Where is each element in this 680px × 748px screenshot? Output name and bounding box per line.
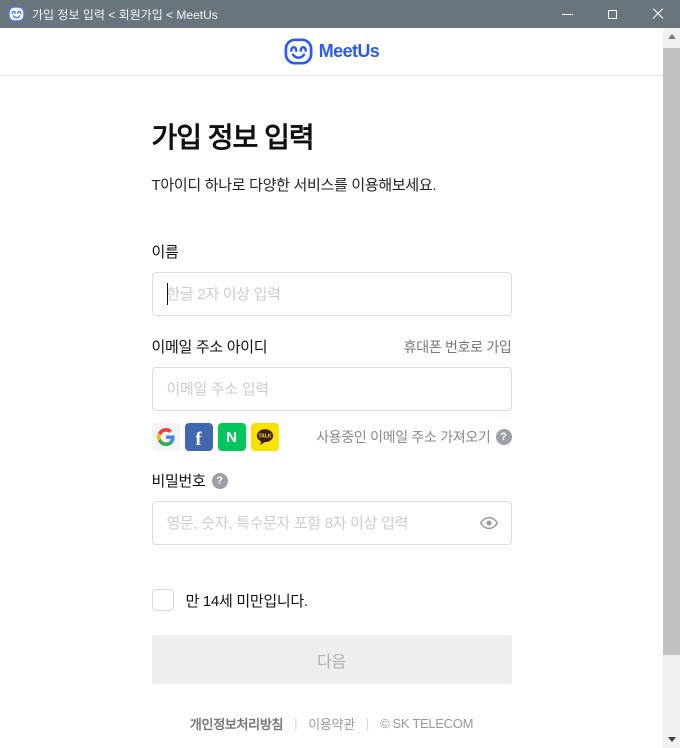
next-button[interactable]: 다음 xyxy=(151,635,512,684)
password-help-icon[interactable]: ? xyxy=(211,472,228,489)
naver-icon[interactable]: N xyxy=(217,423,246,451)
footer-separator: | xyxy=(365,716,369,731)
email-label: 이메일 주소 아이디 xyxy=(151,339,268,356)
app-window: 가입 정보 입력 < 회원가입 < MeetUs MeetUs 가입 정보 입력… xyxy=(0,0,680,748)
window-titlebar: 가입 정보 입력 < 회원가입 < MeetUs xyxy=(0,0,680,28)
google-icon[interactable] xyxy=(151,423,180,451)
kakaotalk-icon[interactable]: TALK xyxy=(250,423,279,451)
password-input-wrap xyxy=(151,501,512,545)
fetch-email-label: 사용중인 이메일 주소 가져오기 xyxy=(316,429,491,445)
show-password-eye-icon[interactable] xyxy=(479,513,499,533)
name-input-wrap xyxy=(151,272,512,316)
name-label: 이름 xyxy=(151,244,179,261)
under14-checkbox[interactable] xyxy=(151,589,174,611)
page-title: 가입 정보 입력 xyxy=(151,122,315,153)
fetch-email-link[interactable]: 사용중인 이메일 주소 가져오기 ? xyxy=(316,427,512,447)
under14-label[interactable]: 만 14세 미만입니다. xyxy=(186,590,309,611)
facebook-icon[interactable]: f xyxy=(184,423,213,451)
text-caret xyxy=(166,283,168,305)
scroll-up-icon xyxy=(667,34,676,39)
naver-letter: N xyxy=(226,428,237,446)
password-label: 비밀번호 ? xyxy=(152,470,228,491)
google-g-glyph xyxy=(156,428,175,446)
password-input[interactable] xyxy=(151,501,512,545)
close-button[interactable] xyxy=(635,0,680,28)
minimize-button[interactable] xyxy=(545,0,590,28)
svg-text:TALK: TALK xyxy=(258,434,272,440)
vertical-scrollbar xyxy=(663,28,680,748)
copyright-text: © SK TELECOM xyxy=(379,716,474,731)
email-input-wrap xyxy=(151,367,512,411)
scroll-down-icon xyxy=(667,737,676,742)
scrollbar-thumb[interactable] xyxy=(663,48,680,655)
signup-form: 가입 정보 입력 T아이디 하나로 다양한 서비스를 이용해보세요. 이름 이메… xyxy=(151,116,512,684)
meetus-logo: MeetUs xyxy=(284,38,380,65)
phone-signup-link[interactable]: 휴대폰 번호로 가입 xyxy=(404,337,512,357)
signup-page: MeetUs 가입 정보 입력 T아이디 하나로 다양한 서비스를 이용해보세요… xyxy=(0,28,663,748)
minimize-icon xyxy=(562,13,573,15)
meetus-logo-text: MeetUs xyxy=(318,41,380,61)
footer-separator: | xyxy=(294,716,298,731)
password-label-text: 비밀번호 xyxy=(151,473,206,490)
page-footer: 개인정보처리방침 | 이용약관 | © SK TELECOM xyxy=(0,697,663,748)
maximize-icon xyxy=(608,9,617,19)
meetus-app-icon xyxy=(8,6,25,22)
terms-link[interactable]: 이용약관 xyxy=(308,714,355,733)
scrollbar-up-button[interactable] xyxy=(663,28,680,45)
facebook-letter: f xyxy=(195,429,202,450)
meetus-logo-icon xyxy=(284,38,313,65)
page-subtitle: T아이디 하나로 다양한 서비스를 이용해보세요. xyxy=(151,177,437,194)
kakao-bubble-glyph: TALK xyxy=(256,429,273,446)
privacy-policy-link[interactable]: 개인정보처리방침 xyxy=(190,714,284,733)
social-import-row: f N TALK 사용중인 이메일 주소 가져오기 ? xyxy=(151,423,512,451)
maximize-button[interactable] xyxy=(590,0,635,28)
close-icon xyxy=(652,8,664,20)
name-input[interactable] xyxy=(151,272,512,316)
window-title: 가입 정보 입력 < 회원가입 < MeetUs xyxy=(32,7,218,22)
scrollbar-down-button[interactable] xyxy=(663,731,680,748)
email-input[interactable] xyxy=(151,367,512,411)
under14-row: 만 14세 미만입니다. xyxy=(151,589,512,611)
fetch-email-help-icon[interactable]: ? xyxy=(495,429,512,445)
site-header: MeetUs xyxy=(0,28,663,76)
